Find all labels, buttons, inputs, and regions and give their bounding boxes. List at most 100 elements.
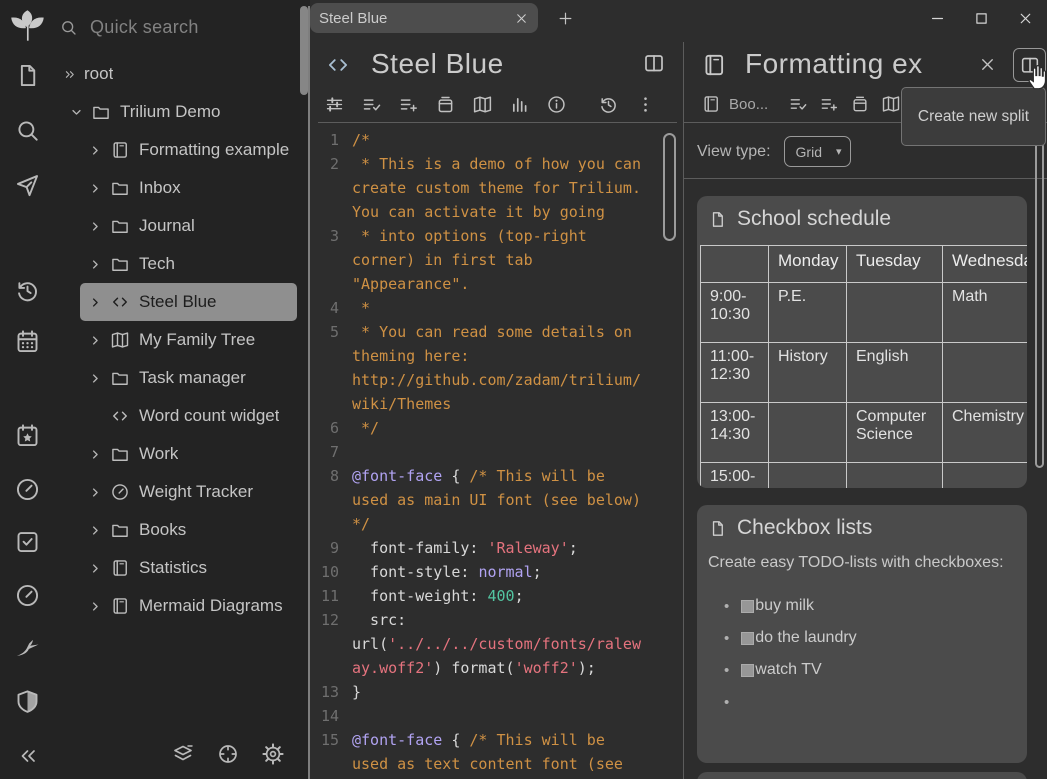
code-line[interactable]: "Appearance". — [310, 272, 683, 296]
launcher-gauge-icon[interactable] — [14, 582, 41, 609]
map-book-icon[interactable] — [472, 94, 493, 115]
code-line[interactable]: 1/* — [310, 128, 683, 152]
box-icon[interactable] — [850, 94, 870, 114]
code-line[interactable]: 14 — [310, 704, 683, 728]
code-line[interactable]: 7 — [310, 440, 683, 464]
tree-item-root[interactable]: root — [55, 55, 297, 93]
chevron-right-icon[interactable] — [88, 523, 103, 538]
tree-item-my-family-tree[interactable]: My Family Tree — [80, 321, 297, 359]
code-line[interactable]: used as text content font (see — [310, 752, 683, 776]
tree-item-formatting-example[interactable]: Formatting example — [80, 131, 297, 169]
quick-search-input[interactable]: Quick search — [59, 13, 199, 41]
code-line[interactable]: 9 font-family: 'Raleway'; — [310, 536, 683, 560]
tree-item-weight-tracker[interactable]: Weight Tracker — [80, 473, 297, 511]
code-line[interactable]: theming here: — [310, 344, 683, 368]
sliders-icon[interactable] — [324, 94, 345, 115]
tree-item-tech[interactable]: Tech — [80, 245, 297, 283]
tree-item-books[interactable]: Books — [80, 511, 297, 549]
new-tab-icon[interactable] — [557, 10, 574, 27]
note-title[interactable]: Formatting ex — [745, 48, 923, 80]
tree-item-inbox[interactable]: Inbox — [80, 169, 297, 207]
chevrons-right-icon[interactable] — [62, 67, 77, 82]
code-line[interactable]: You can activate it by going — [310, 200, 683, 224]
launcher-send-icon[interactable] — [14, 171, 41, 198]
tab-close-icon[interactable] — [514, 11, 529, 26]
tree-item-word-count-widget[interactable]: Word count widget — [80, 397, 297, 435]
code-line[interactable]: */ — [310, 512, 683, 536]
code-line[interactable]: 12 src: — [310, 608, 683, 632]
code-line[interactable]: 15@font-face { /* This will be — [310, 728, 683, 752]
chevron-right-icon[interactable] — [88, 143, 103, 158]
map-book-icon[interactable] — [881, 94, 901, 114]
history-icon[interactable] — [598, 94, 619, 115]
checkbox[interactable] — [741, 664, 754, 677]
info-icon[interactable] — [546, 94, 567, 115]
launcher-calendar-star-icon[interactable] — [14, 422, 41, 449]
checkbox[interactable] — [741, 600, 754, 613]
launcher-search-icon[interactable] — [14, 117, 41, 144]
code-line[interactable]: 4 * — [310, 296, 683, 320]
list-check-icon[interactable] — [788, 94, 808, 114]
launcher-shield-icon[interactable] — [14, 688, 41, 715]
code-line[interactable]: 3 * into options (top-right — [310, 224, 683, 248]
launcher-history-icon[interactable] — [14, 277, 41, 304]
launcher-task-check-icon[interactable] — [14, 528, 41, 555]
book-properties-label[interactable]: Boo... — [729, 96, 768, 113]
code-line[interactable]: 5 * You can read some details on — [310, 320, 683, 344]
create-new-split-button[interactable] — [1013, 48, 1046, 82]
code-line[interactable]: 6 */ — [310, 416, 683, 440]
create-split-icon[interactable] — [642, 51, 666, 75]
code-line[interactable]: create custom theme for Trilium. — [310, 176, 683, 200]
tree-item-journal[interactable]: Journal — [80, 207, 297, 245]
dots-vertical-icon[interactable] — [635, 94, 656, 115]
view-type-select[interactable]: Grid ▾ — [784, 136, 851, 167]
launcher-calendar-icon[interactable] — [14, 328, 41, 355]
list-plus-icon[interactable] — [819, 94, 839, 114]
code-line[interactable]: used as main UI font (see below) — [310, 488, 683, 512]
list-check-icon[interactable] — [361, 94, 382, 115]
chevron-right-icon[interactable] — [88, 371, 103, 386]
launcher-note-icon[interactable] — [14, 62, 41, 89]
launcher-bird-icon[interactable] — [14, 635, 41, 662]
list-plus-icon[interactable] — [398, 94, 419, 115]
chevron-right-icon[interactable] — [88, 599, 103, 614]
code-line[interactable]: corner) in first tab — [310, 248, 683, 272]
chevron-right-icon[interactable] — [88, 447, 103, 462]
note-title[interactable]: Steel Blue — [371, 48, 504, 80]
code-line[interactable]: http://github.com/zadam/trilium/ — [310, 368, 683, 392]
bar-chart-icon[interactable] — [509, 94, 530, 115]
chevron-right-icon[interactable] — [88, 295, 103, 310]
close-split-icon[interactable] — [978, 55, 997, 74]
chevron-right-icon[interactable] — [88, 257, 103, 272]
code-line[interactable]: 8@font-face { /* This will be — [310, 464, 683, 488]
code-editor[interactable]: 1/*2 * This is a demo of how you cancrea… — [310, 128, 683, 779]
note-card-checkbox-lists[interactable]: Checkbox listsCreate easy TODO-lists wit… — [697, 505, 1027, 763]
close-button[interactable] — [1003, 0, 1047, 36]
tree-scrollbar-thumb[interactable] — [300, 6, 308, 95]
maximize-button[interactable] — [959, 0, 1003, 36]
chevron-right-icon[interactable] — [88, 561, 103, 576]
checkbox[interactable] — [741, 632, 754, 645]
tree-item-statistics[interactable]: Statistics — [80, 549, 297, 587]
tab-steel-blue[interactable]: Steel Blue — [310, 3, 538, 33]
code-line[interactable]: 13} — [310, 680, 683, 704]
chevrons-left-icon[interactable] — [16, 744, 40, 768]
chevron-right-icon[interactable] — [88, 333, 103, 348]
tree-item-mermaid-diagrams[interactable]: Mermaid Diagrams — [80, 587, 297, 625]
card-title[interactable]: Checkbox lists — [737, 516, 872, 540]
tree-item-work[interactable]: Work — [80, 435, 297, 473]
tree-item-trilium-demo[interactable]: Trilium Demo — [61, 93, 297, 131]
code-line[interactable]: 11 font-weight: 400; — [310, 584, 683, 608]
layers-icon[interactable] — [171, 742, 195, 766]
launcher-gauge-icon[interactable] — [14, 476, 41, 503]
chevron-right-icon[interactable] — [88, 181, 103, 196]
crosshair-icon[interactable] — [216, 742, 240, 766]
code-line[interactable]: 2 * This is a demo of how you can — [310, 152, 683, 176]
chevron-right-icon[interactable] — [88, 219, 103, 234]
editor-scrollbar-thumb[interactable] — [663, 133, 676, 241]
code-line[interactable]: 10 font-style: normal; — [310, 560, 683, 584]
right-scrollbar-thumb[interactable] — [1035, 142, 1044, 468]
note-card-school-schedule[interactable]: School scheduleMondayTuesdayWednesday9:0… — [697, 196, 1027, 488]
card-title[interactable]: School schedule — [737, 207, 891, 231]
chevron-right-icon[interactable] — [88, 485, 103, 500]
